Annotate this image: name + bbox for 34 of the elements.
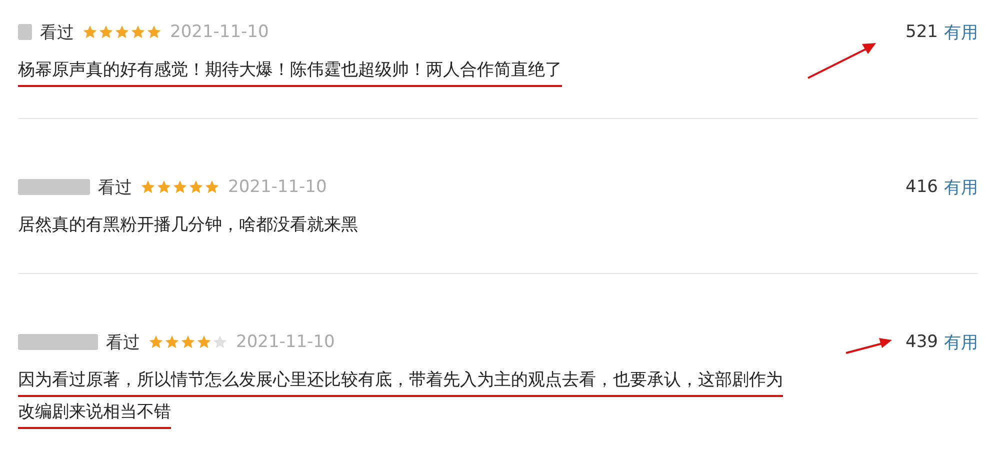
vote-count: 521 [906,22,938,42]
watched-status: 看过 [40,22,74,44]
star-icon [114,24,130,40]
watched-status: 看过 [98,176,132,198]
useful-link[interactable]: 有用 [944,330,978,354]
useful-link[interactable]: 有用 [944,20,978,44]
redacted-name [18,179,90,195]
star-icon [172,179,188,195]
star-icon [180,334,196,350]
comment-text: 因为看过原著，所以情节怎么发展心里还比较有底，带着先入为主的观点去看，也要承认，这部剧作为改编剧来说相当不错 [18,364,793,428]
vote-count: 439 [906,332,938,352]
vote-count: 416 [906,177,938,197]
comment-text: 杨幂原声真的好有感觉！期待大爆！陈伟霆也超级帅！两人合作简直绝了 [18,54,793,86]
star-icon [204,179,220,195]
star-icon [212,334,228,350]
comment-text: 居然真的有黑粉开播几分钟，啥都没看就来黑 [18,214,359,237]
star-icon [196,334,212,350]
comment-date: 2021-11-10 [228,177,327,197]
arrow-annotation [844,337,894,355]
star-icon [156,179,172,195]
star-icon [164,334,180,350]
useful-link[interactable]: 有用 [944,176,978,198]
redacted-name [18,24,32,40]
star-icon [82,24,98,40]
star-icon [140,179,156,195]
watched-status: 看过 [106,332,140,354]
star-icon [148,334,164,350]
comment-date: 2021-11-10 [236,332,335,352]
star-icon [188,179,204,195]
star-icon [130,24,146,40]
star-icon [98,24,114,40]
arrow-annotation [806,40,878,80]
star-icon [146,24,162,40]
comment-date: 2021-11-10 [170,22,269,42]
